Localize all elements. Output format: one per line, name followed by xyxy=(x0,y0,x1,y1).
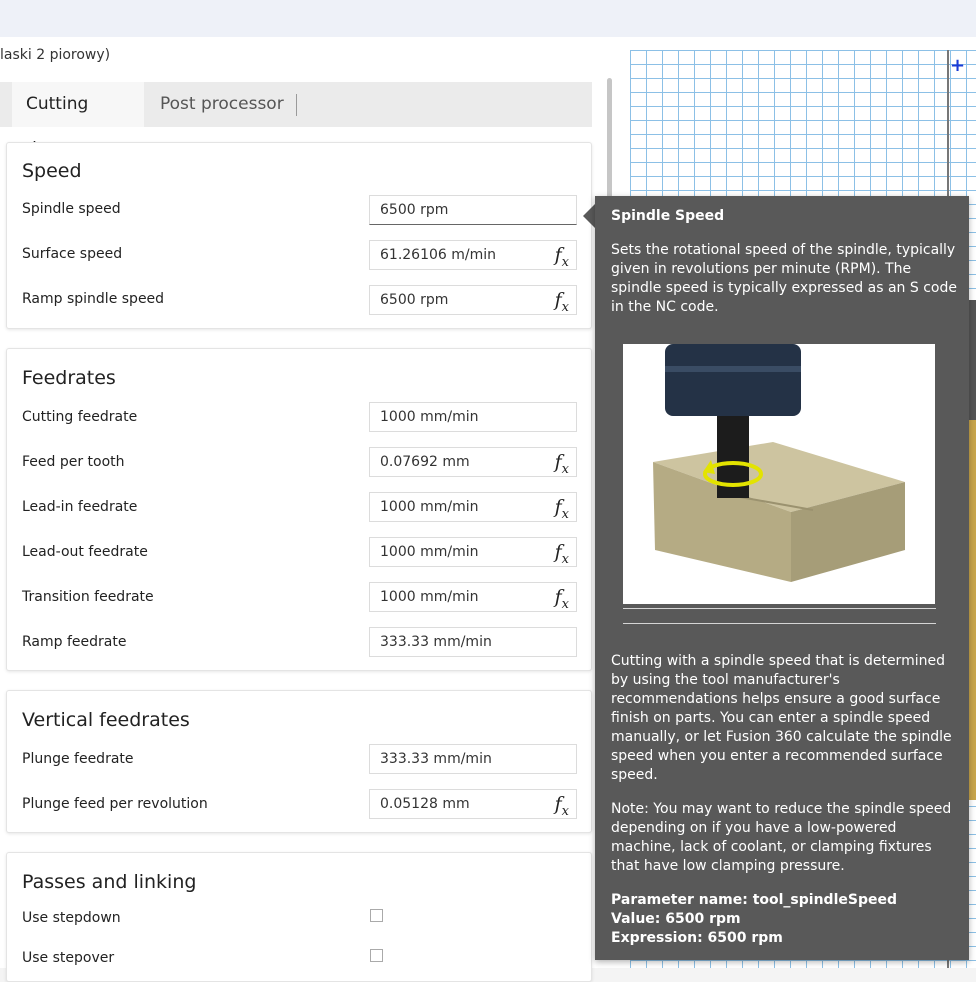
use-stepdown-label: Use stepdown xyxy=(22,910,121,926)
fx-icon[interactable]: fx xyxy=(555,584,569,618)
ramp-spindle-speed-input[interactable]: 6500 rpm fx xyxy=(369,285,577,315)
fx-icon[interactable]: fx xyxy=(555,449,569,483)
tooltip-separator xyxy=(623,608,936,609)
surface-speed-input[interactable]: 61.26106 m/min fx xyxy=(369,240,577,270)
tooltip-param-expression: Expression: 6500 rpm xyxy=(611,930,783,946)
fx-sub: x xyxy=(561,254,569,270)
use-stepover-checkbox[interactable] xyxy=(370,949,383,962)
lead-in-feedrate-label: Lead-in feedrate xyxy=(22,499,138,515)
feedrates-title: Feedrates xyxy=(22,367,116,389)
cutting-feedrate-label: Cutting feedrate xyxy=(22,409,138,425)
spindle-ring xyxy=(665,366,801,372)
fx-sub: x xyxy=(561,461,569,477)
speed-title: Speed xyxy=(22,160,82,182)
fx-icon[interactable]: fx xyxy=(555,287,569,321)
surface-speed-value: 61.26106 m/min xyxy=(380,247,497,263)
fx-glyph: f xyxy=(554,793,562,815)
lead-out-feedrate-value: 1000 mm/min xyxy=(380,544,479,560)
ramp-feedrate-value: 333.33 mm/min xyxy=(380,634,492,650)
lead-out-feedrate-input[interactable]: 1000 mm/min fx xyxy=(369,537,577,567)
cutting-feedrate-input[interactable]: 1000 mm/min xyxy=(369,402,577,432)
tab-divider xyxy=(296,94,297,116)
plunge-feedrate-input[interactable]: 333.33 mm/min xyxy=(369,744,577,774)
spindle-illustration xyxy=(623,344,935,604)
fx-glyph: f xyxy=(554,244,562,266)
transition-feedrate-label: Transition feedrate xyxy=(22,589,154,605)
tooltip-param-name: Parameter name: tool_spindleSpeed xyxy=(611,892,897,908)
feedrates-panel: Feedrates Cutting feedrate 1000 mm/min F… xyxy=(6,348,592,671)
fx-icon[interactable]: fx xyxy=(555,242,569,276)
surface-speed-label: Surface speed xyxy=(22,246,123,262)
passes-linking-title: Passes and linking xyxy=(22,871,197,893)
plunge-feed-per-rev-input[interactable]: 0.05128 mm fx xyxy=(369,789,577,819)
transition-feedrate-input[interactable]: 1000 mm/min fx xyxy=(369,582,577,612)
fx-glyph: f xyxy=(554,541,562,563)
fx-sub: x xyxy=(561,299,569,315)
spindle-illustration-svg xyxy=(653,344,905,582)
use-stepover-label: Use stepover xyxy=(22,950,115,966)
tooltip-title: Spindle Speed xyxy=(611,208,725,224)
use-stepdown-checkbox[interactable] xyxy=(370,909,383,922)
fx-sub: x xyxy=(561,551,569,567)
top-bar xyxy=(0,0,976,37)
passes-linking-panel: Passes and linking Use stepdown Use step… xyxy=(6,852,592,982)
plus-icon[interactable]: + xyxy=(950,55,965,76)
fx-icon[interactable]: fx xyxy=(555,791,569,825)
vertical-feedrates-panel: Vertical feedrates Plunge feedrate 333.3… xyxy=(6,690,592,833)
speed-panel: Speed Spindle speed 6500 rpm Surface spe… xyxy=(6,142,592,329)
fx-glyph: f xyxy=(554,496,562,518)
window-title: laski 2 piorowy) xyxy=(0,47,111,63)
plunge-feed-per-rev-label: Plunge feed per revolution xyxy=(22,796,208,812)
fx-glyph: f xyxy=(554,289,562,311)
spindle-holder xyxy=(665,344,801,416)
cutting-feedrate-value: 1000 mm/min xyxy=(380,409,479,425)
tab-cutting-data[interactable]: Cutting data xyxy=(12,82,144,159)
spindle-speed-label: Spindle speed xyxy=(22,201,121,217)
fx-icon[interactable]: fx xyxy=(555,539,569,573)
viewport-side-strip-gold xyxy=(969,420,976,800)
fx-sub: x xyxy=(561,596,569,612)
plunge-feedrate-value: 333.33 mm/min xyxy=(380,751,492,767)
lead-in-feedrate-input[interactable]: 1000 mm/min fx xyxy=(369,492,577,522)
tooltip-body-2: Note: You may want to reduce the spindle… xyxy=(611,801,952,874)
plunge-feedrate-label: Plunge feedrate xyxy=(22,751,134,767)
fx-glyph: f xyxy=(554,586,562,608)
spindle-speed-input[interactable]: 6500 rpm xyxy=(369,195,577,225)
tooltip-arrow xyxy=(583,204,595,228)
fx-icon[interactable]: fx xyxy=(555,494,569,528)
lead-in-feedrate-value: 1000 mm/min xyxy=(380,499,479,515)
spindle-speed-value: 6500 rpm xyxy=(380,202,449,218)
feed-per-tooth-value: 0.07692 mm xyxy=(380,454,470,470)
fx-glyph: f xyxy=(554,451,562,473)
tooltip-param-value: Value: 6500 rpm xyxy=(611,911,741,927)
vertical-feedrates-title: Vertical feedrates xyxy=(22,709,190,731)
feed-per-tooth-label: Feed per tooth xyxy=(22,454,125,470)
transition-feedrate-value: 1000 mm/min xyxy=(380,589,479,605)
ramp-spindle-speed-label: Ramp spindle speed xyxy=(22,291,165,307)
tooltip-separator xyxy=(623,623,936,624)
fx-sub: x xyxy=(561,803,569,819)
ramp-feedrate-label: Ramp feedrate xyxy=(22,634,127,650)
tooltip-intro: Sets the rotational speed of the spindle… xyxy=(611,242,957,315)
ramp-feedrate-input[interactable]: 333.33 mm/min xyxy=(369,627,577,657)
fx-sub: x xyxy=(561,506,569,522)
tooltip-body-1: Cutting with a spindle speed that is det… xyxy=(611,653,952,783)
spindle-speed-tooltip: Spindle Speed Sets the rotational speed … xyxy=(595,196,969,960)
plunge-feed-per-rev-value: 0.05128 mm xyxy=(380,796,470,812)
ramp-spindle-speed-value: 6500 rpm xyxy=(380,292,449,308)
tab-post-processor[interactable]: Post processor xyxy=(146,82,298,127)
lead-out-feedrate-label: Lead-out feedrate xyxy=(22,544,148,560)
feed-per-tooth-input[interactable]: 0.07692 mm fx xyxy=(369,447,577,477)
